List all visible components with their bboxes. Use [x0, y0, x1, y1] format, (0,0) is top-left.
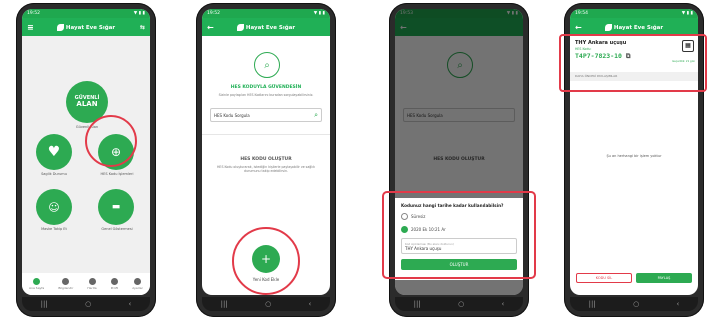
- empty-state-text: Şu an herhangi bir işlem yoktur: [606, 154, 662, 158]
- recents-icon[interactable]: |||: [221, 300, 228, 308]
- delete-button-label: KODU SİL: [595, 276, 613, 280]
- status-icons: ▼ ▮ ▮: [681, 11, 693, 16]
- share-button-label: PAYLAŞ: [657, 276, 671, 280]
- tab-settings[interactable]: Ayarlar: [132, 278, 143, 290]
- tab-label: Ayarlar: [132, 286, 143, 290]
- query-placeholder: HES Kodu Sorgula: [214, 112, 250, 118]
- health-status-tile[interactable]: ♥: [36, 134, 72, 170]
- recents-icon[interactable]: |||: [414, 300, 421, 308]
- tab-profile[interactable]: Profil: [111, 278, 118, 290]
- recents-icon[interactable]: |||: [41, 300, 48, 308]
- leaf-logo-icon: [604, 23, 612, 31]
- status-time: 19:52: [27, 11, 40, 16]
- home-button-icon[interactable]: ○: [265, 300, 271, 308]
- settings-icon: [134, 278, 142, 285]
- phone-3: 19:53▼ ▮ ▮ ← ⌕ HES Kodu Sorgula HES KODU…: [382, 3, 536, 317]
- search-icon[interactable]: ⌕: [314, 111, 318, 120]
- tab-label: Harita: [87, 286, 97, 290]
- status-icons: ▼ ▮ ▮: [313, 11, 325, 16]
- system-nav: ||| ○ ‹: [22, 297, 150, 311]
- delete-code-button[interactable]: KODU SİL: [576, 273, 632, 283]
- tile-label: HES Kodu İşlemleri: [100, 172, 134, 176]
- share-button[interactable]: PAYLAŞ: [636, 273, 692, 283]
- section-text: Sizinle paylaşılan HES Kodlarını buradan…: [218, 93, 314, 97]
- app-title: Hayat Eve Sığar: [613, 24, 664, 31]
- home-button-icon[interactable]: ○: [85, 300, 91, 308]
- home-button-icon[interactable]: ○: [458, 300, 464, 308]
- tab-label: Profil: [110, 286, 119, 290]
- system-nav: ||| ○ ‹: [395, 297, 523, 311]
- back-icon[interactable]: ‹: [502, 300, 505, 308]
- tab-home[interactable]: Ana Sayfa: [29, 278, 44, 290]
- highlight-circle: [232, 227, 300, 295]
- home-button-icon[interactable]: ○: [633, 300, 639, 308]
- tab-label: Ana Sayfa: [29, 286, 45, 290]
- tile-label: Maske Takip Et: [41, 227, 67, 231]
- back-icon[interactable]: ‹: [309, 300, 312, 308]
- section-title: HES KODU OLUŞTUR: [240, 157, 292, 162]
- divider: [202, 134, 330, 135]
- highlight-circle: [85, 115, 137, 167]
- app-bar: ← Hayat Eve Sığar: [202, 18, 330, 36]
- profile-icon: [110, 278, 118, 285]
- status-bar: 19:54 ▼ ▮ ▮: [570, 9, 698, 18]
- back-icon[interactable]: ‹: [677, 300, 680, 308]
- status-time: 19:54: [575, 11, 588, 16]
- profile-switch-icon[interactable]: ⇆: [140, 24, 145, 31]
- tab-info[interactable]: Bilgilendir: [58, 278, 73, 290]
- tile-label: Saglik Durumu: [41, 172, 67, 176]
- info-icon: [62, 278, 70, 285]
- highlight-box: [559, 34, 707, 92]
- app-bar: ≡ Hayat Eve Sığar ⇆: [22, 18, 150, 36]
- leaf-logo-icon: [56, 23, 64, 31]
- tab-map[interactable]: Harita: [87, 278, 97, 290]
- hes-query-input[interactable]: HES Kodu Sorgula ⌕: [210, 108, 322, 122]
- section-title: HES KODUYLA GÜVENDESİN: [230, 85, 302, 90]
- section-text: HES Kodu oluşturarak, istediğin kişilerl…: [217, 165, 315, 174]
- back-icon[interactable]: ‹: [129, 300, 132, 308]
- status-time: 19:52: [207, 11, 220, 16]
- turkey-map-tile[interactable]: ▬: [98, 189, 134, 225]
- recents-icon[interactable]: |||: [589, 300, 596, 308]
- status-bar: 19:52 ▼ ▮ ▮: [22, 9, 150, 18]
- highlight-box: [382, 191, 536, 279]
- tile-logo-text: ALAN: [76, 100, 98, 108]
- app-title: Hayat Eve Sığar: [245, 24, 296, 31]
- phone-1: 19:52 ▼ ▮ ▮ ≡ Hayat Eve Sığar ⇆ GÜVENLİ A…: [16, 3, 156, 317]
- system-nav: ||| ○ ‹: [570, 297, 698, 311]
- phone-2: 19:52 ▼ ▮ ▮ ← Hayat Eve Sığar ⌕ HES KODUY…: [196, 3, 336, 317]
- bottom-tab-bar: Ana Sayfa Bilgilendir Harita Profil Ayar…: [22, 273, 150, 295]
- map-icon: [88, 278, 96, 285]
- leaf-logo-icon: [236, 23, 244, 31]
- home-icon: [33, 278, 41, 285]
- tile-label: Genel Göstermesi: [101, 227, 133, 231]
- tab-label: Bilgilendir: [58, 286, 74, 290]
- hes-magnifier-icon: ⌕: [254, 52, 280, 78]
- app-title: Hayat Eve Sığar: [65, 24, 116, 31]
- mask-tile[interactable]: ☺: [36, 189, 72, 225]
- system-nav: ||| ○ ‹: [202, 297, 330, 311]
- status-icons: ▼ ▮ ▮: [133, 11, 145, 16]
- phone-4: 19:54 ▼ ▮ ▮ ← Hayat Eve Sığar THY Ankara …: [559, 3, 707, 317]
- status-bar: 19:52 ▼ ▮ ▮: [202, 9, 330, 18]
